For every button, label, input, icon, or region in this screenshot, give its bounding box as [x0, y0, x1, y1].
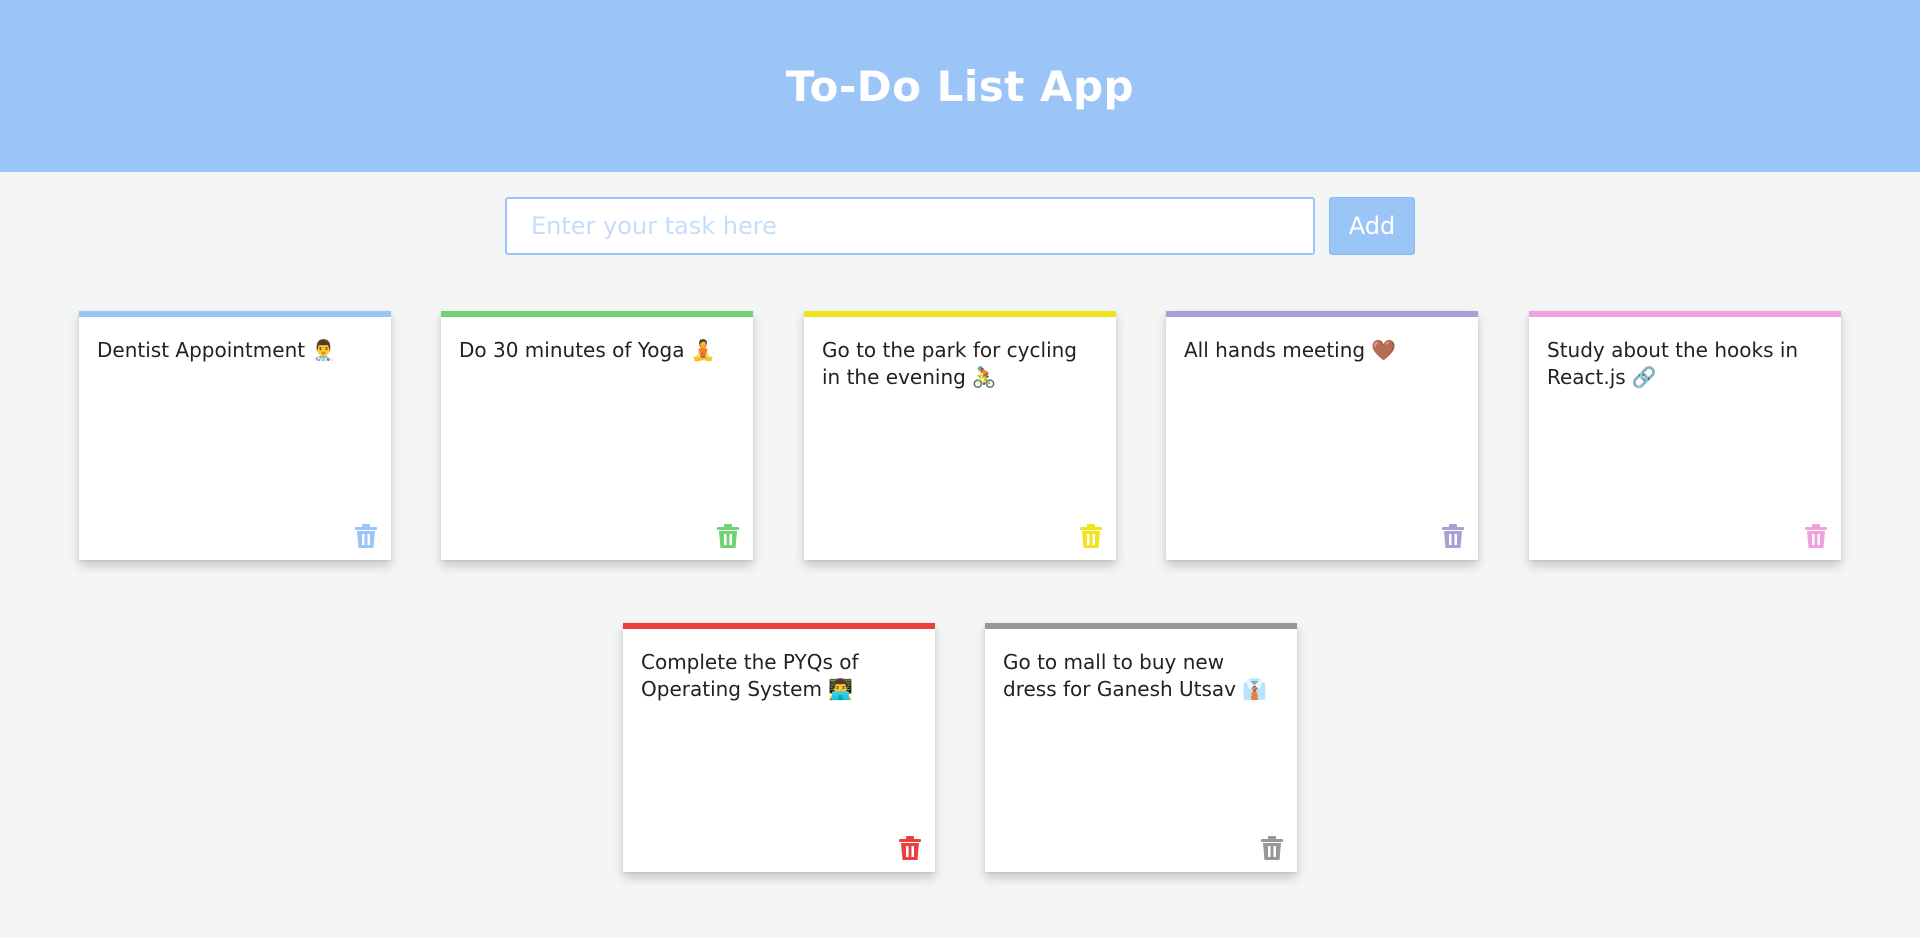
trash-icon[interactable]: [355, 524, 377, 548]
task-card: Study about the hooks in React.js 🔗: [1529, 311, 1841, 560]
task-emoji: 👨‍💻: [827, 677, 853, 701]
task-card: Go to the park for cycling in the evenin…: [804, 311, 1116, 560]
trash-icon[interactable]: [1261, 836, 1283, 860]
trash-icon[interactable]: [717, 524, 739, 548]
task-input[interactable]: [505, 197, 1315, 255]
task-text: Study about the hooks in React.js 🔗: [1547, 338, 1799, 389]
app-header: To-Do List App: [0, 0, 1920, 172]
task-emoji: 🧘: [690, 338, 716, 362]
task-text: All hands meeting 🤎: [1184, 338, 1396, 362]
task-text: Dentist Appointment 👨‍⚕️: [97, 338, 336, 362]
add-task-button[interactable]: Add: [1329, 197, 1415, 255]
task-emoji: 👨‍⚕️: [311, 338, 336, 362]
trash-icon[interactable]: [1080, 524, 1102, 548]
task-emoji: 🚴: [971, 365, 997, 389]
task-emoji: 👔: [1242, 677, 1267, 701]
task-card: All hands meeting 🤎: [1166, 311, 1478, 560]
task-text: Do 30 minutes of Yoga 🧘: [459, 338, 716, 362]
task-card: Dentist Appointment 👨‍⚕️: [79, 311, 391, 560]
trash-icon[interactable]: [1805, 524, 1827, 548]
task-card: Do 30 minutes of Yoga 🧘: [441, 311, 753, 560]
task-emoji: 🤎: [1371, 338, 1396, 362]
trash-icon[interactable]: [899, 836, 921, 860]
task-card: Complete the PYQs of Operating System 👨‍💻: [623, 623, 935, 872]
task-text: Complete the PYQs of Operating System 👨‍💻: [641, 650, 859, 701]
task-emoji: 🔗: [1631, 365, 1657, 389]
page-title: To-Do List App: [785, 61, 1135, 111]
task-text: Go to the park for cycling in the evenin…: [822, 338, 1077, 389]
trash-icon[interactable]: [1442, 524, 1464, 548]
task-input-row: Add: [505, 197, 1415, 255]
task-text: Go to mall to buy new dress for Ganesh U…: [1003, 650, 1267, 701]
task-card: Go to mall to buy new dress for Ganesh U…: [985, 623, 1297, 872]
